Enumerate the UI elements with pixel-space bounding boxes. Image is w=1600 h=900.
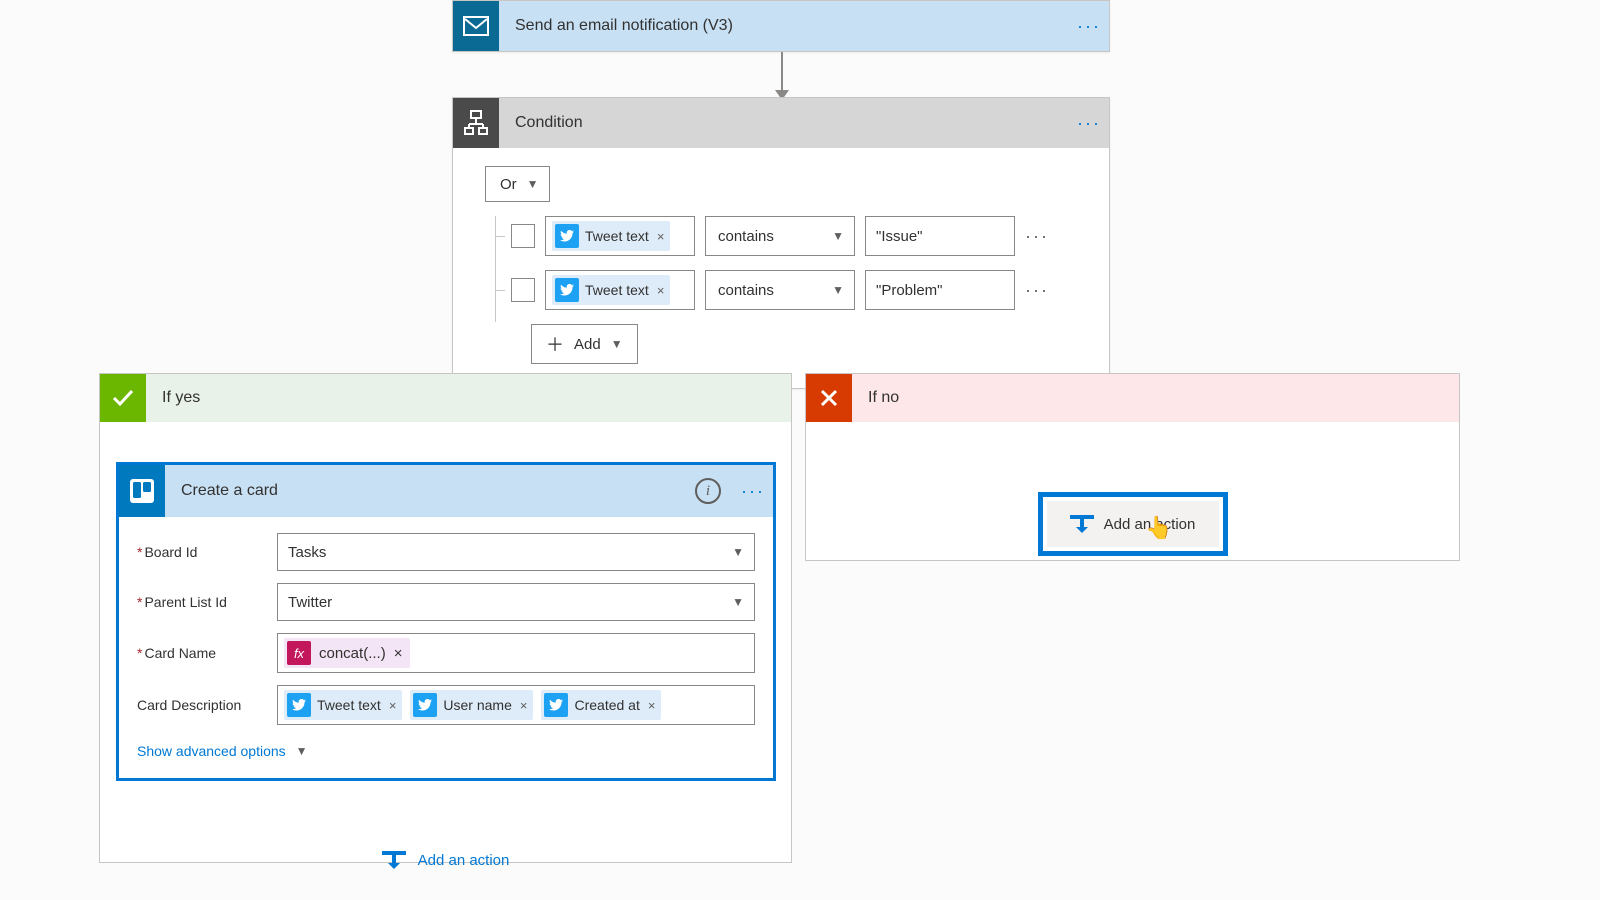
show-advanced-toggle[interactable]: Show advanced options ▼ [137,743,308,759]
condition-field-input[interactable]: Tweet text × [545,270,695,310]
label-card-name: *Card Name [137,645,277,661]
label-parent-list: *Parent List Id [137,594,277,610]
branch-header-yes[interactable]: If yes [100,374,791,422]
add-action-yes-button[interactable]: Add an action [116,851,775,869]
token-fx-concat: fx concat(...) × [284,638,410,668]
chevron-down-icon: ▼ [611,337,623,351]
add-action-no-button[interactable]: Add an action [1047,501,1219,547]
token-tweet-text: Tweet text × [552,275,670,305]
condition-field-input[interactable]: Tweet text × [545,216,695,256]
fx-icon: fx [287,641,311,665]
condition-body: Or ▼ Tweet text × [453,148,1109,388]
input-board-id[interactable]: Tasks ▼ [277,533,755,571]
token-remove[interactable]: × [646,698,656,713]
step-header-condition[interactable]: Condition ··· [453,98,1109,148]
step-menu-email[interactable]: ··· [1069,16,1109,37]
operator-label: contains [718,228,774,245]
value-board-id: Tasks [288,544,326,561]
advanced-label: Show advanced options [137,743,286,759]
twitter-icon [544,693,568,717]
add-action-label: Add an action [418,852,510,869]
value-text: "Problem" [876,282,943,299]
token-remove[interactable]: × [394,645,403,662]
token-tweet-text: Tweet text × [552,221,670,251]
token-created-at: Created at × [541,690,661,720]
token-remove[interactable]: × [655,229,665,244]
label-board-id: *Board Id [137,544,277,560]
branch-header-no[interactable]: If no [806,374,1459,422]
chevron-down-icon: ▼ [832,283,844,297]
condition-operator-select[interactable]: contains ▼ [705,216,855,256]
logic-operator-label: Or [500,176,517,193]
row-menu[interactable]: ··· [1025,280,1049,301]
email-icon [453,1,499,51]
condition-value-input[interactable]: "Issue" [865,216,1015,256]
input-card-name[interactable]: fx concat(...) × [277,633,755,673]
condition-icon [453,98,499,148]
input-card-desc[interactable]: Tweet text × User name × Created at [277,685,755,725]
chevron-down-icon: ▼ [296,744,308,758]
step-title-condition: Condition [499,114,1069,132]
branch-if-no: If no Add an action [805,373,1460,561]
token-label: Created at [574,697,639,713]
chevron-down-icon: ▼ [732,545,744,559]
add-action-icon [1070,515,1094,533]
condition-row: Tweet text × contains ▼ "Problem" ··· [505,270,1077,310]
logic-operator-select[interactable]: Or ▼ [485,166,550,202]
check-icon [100,374,146,422]
value-text: "Issue" [876,228,923,245]
value-parent-list: Twitter [288,594,332,611]
twitter-icon [555,224,579,248]
condition-value-input[interactable]: "Problem" [865,270,1015,310]
action-header-create-card[interactable]: Create a card i ··· [119,465,773,517]
step-menu-condition[interactable]: ··· [1069,113,1109,134]
token-remove[interactable]: × [387,698,397,713]
action-create-card: Create a card i ··· *Board Id Tasks ▼ *P… [116,462,776,781]
token-label: Tweet text [317,697,381,713]
fx-text: concat(...) [319,645,386,662]
twitter-icon [413,693,437,717]
info-icon[interactable]: i [695,478,721,504]
branch-title-yes: If yes [146,389,200,407]
token-tweet-text: Tweet text × [284,690,402,720]
step-title-email: Send an email notification (V3) [499,17,1069,35]
add-action-icon [382,851,406,869]
token-label: Tweet text [585,228,649,244]
branch-if-yes: If yes Create a card i ··· *Board Id Tas… [99,373,792,863]
flow-arrow-icon [781,52,783,92]
plus-icon: ＋ [546,331,564,357]
action-title: Create a card [165,482,695,500]
twitter-icon [555,278,579,302]
chevron-down-icon: ▼ [832,229,844,243]
token-user-name: User name × [410,690,533,720]
twitter-icon [287,693,311,717]
token-label: User name [443,697,511,713]
trello-icon [119,465,165,517]
condition-row: Tweet text × contains ▼ "Issue" ··· [505,216,1077,256]
chevron-down-icon: ▼ [527,177,539,191]
branch-title-no: If no [852,389,899,407]
token-remove[interactable]: × [655,283,665,298]
step-condition: Condition ··· Or ▼ Tweet text [452,97,1110,389]
row-checkbox[interactable] [511,224,535,248]
label-card-desc: Card Description [137,697,277,713]
add-action-no-highlight: Add an action [1038,492,1228,556]
add-action-label: Add an action [1104,516,1196,533]
chevron-down-icon: ▼ [732,595,744,609]
row-checkbox[interactable] [511,278,535,302]
row-menu[interactable]: ··· [1025,226,1049,247]
token-label: Tweet text [585,282,649,298]
add-condition-button[interactable]: ＋ Add ▼ [531,324,638,364]
condition-operator-select[interactable]: contains ▼ [705,270,855,310]
operator-label: contains [718,282,774,299]
step-header-email[interactable]: Send an email notification (V3) ··· [453,1,1109,51]
token-remove[interactable]: × [518,698,528,713]
input-parent-list[interactable]: Twitter ▼ [277,583,755,621]
close-icon [806,374,852,422]
step-send-email: Send an email notification (V3) ··· [452,0,1110,52]
action-menu[interactable]: ··· [733,481,773,502]
add-label: Add [574,336,601,353]
